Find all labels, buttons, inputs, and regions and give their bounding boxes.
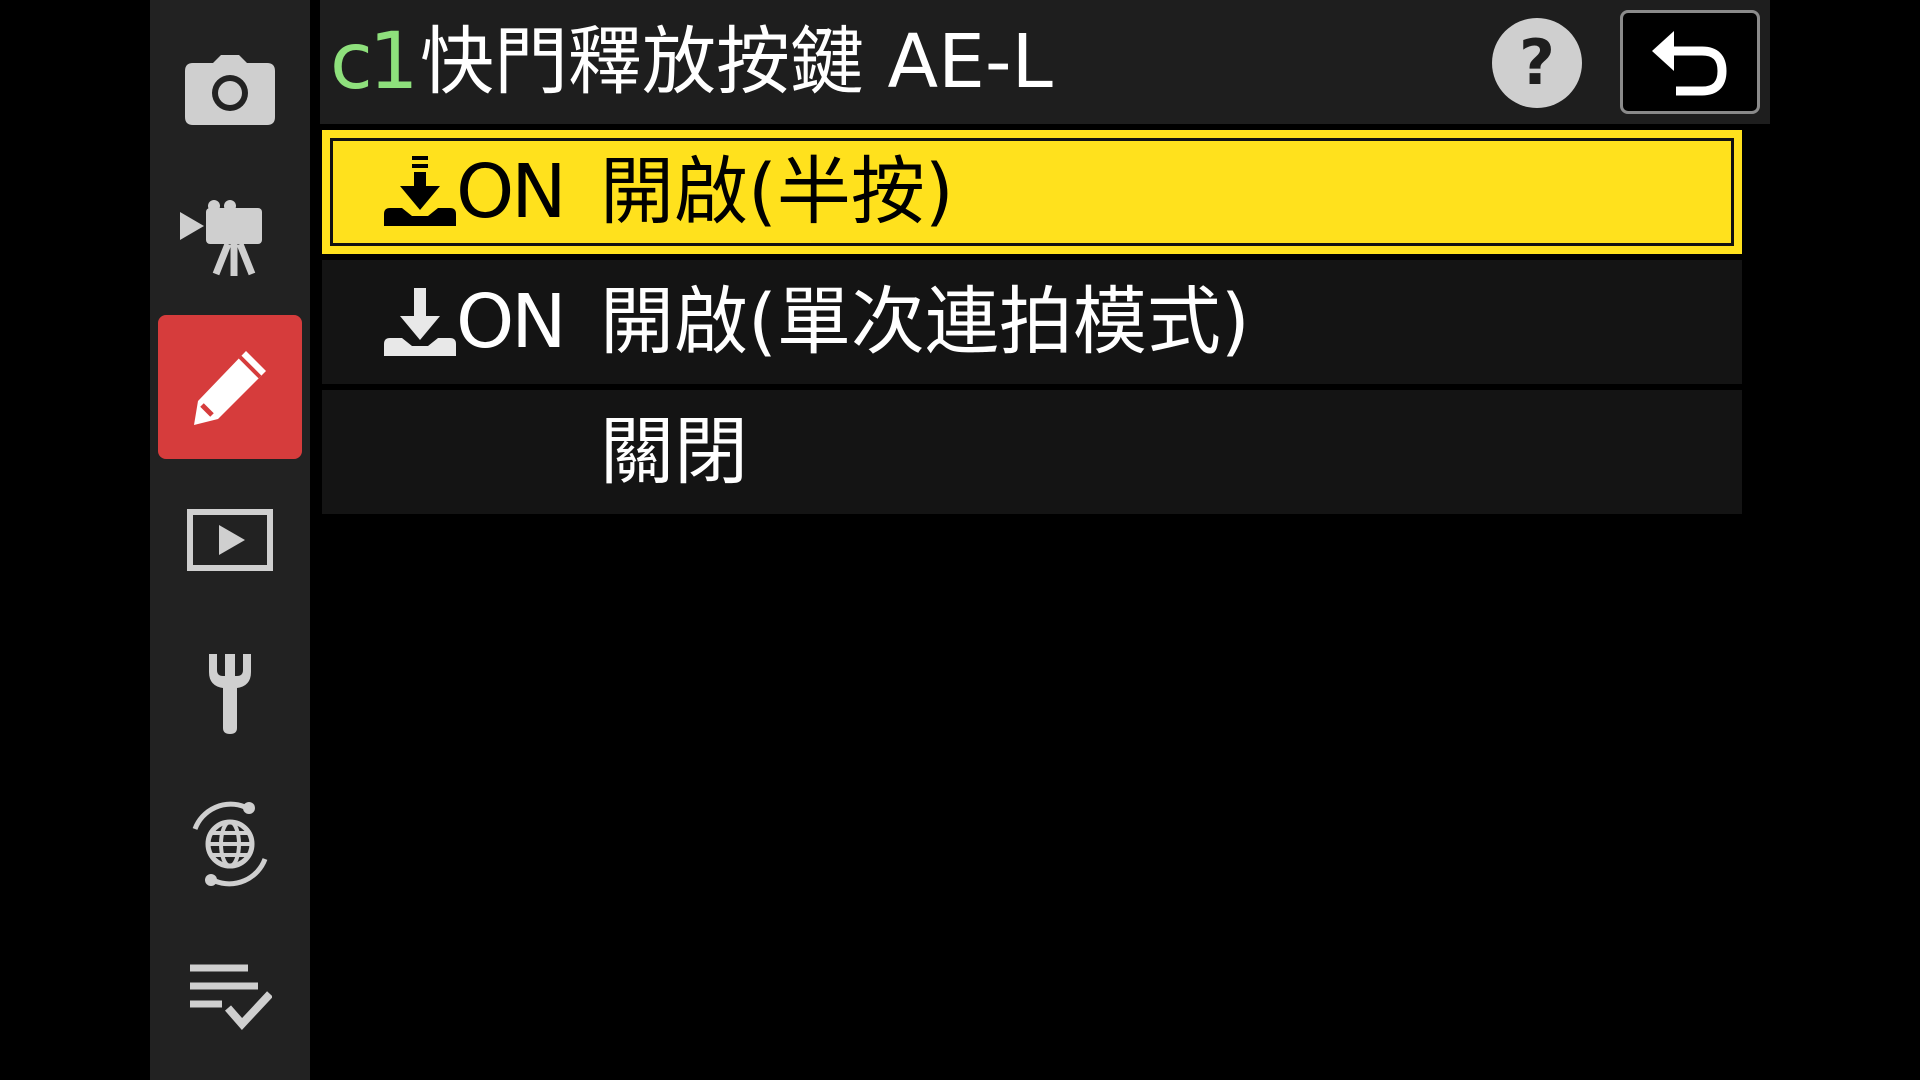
sidebar-item-network[interactable] — [158, 772, 302, 916]
sidebar-item-photo-shooting[interactable] — [158, 18, 302, 162]
sidebar-item-movie-shooting[interactable] — [158, 168, 302, 312]
option-on-text: ON — [456, 149, 567, 235]
sidebar-item-custom-settings[interactable] — [158, 315, 302, 459]
network-icon — [192, 801, 268, 887]
option-off[interactable]: 關閉 — [322, 390, 1742, 514]
camera-menu-screen: c1 快門釋放按鍵 AE-L ? ON 開啟(半按) ON 開啟(單次連拍模式)… — [0, 0, 1920, 1080]
option-on-text: ON — [456, 279, 567, 365]
sidebar-item-my-menu[interactable] — [158, 925, 302, 1069]
camera-icon — [185, 55, 275, 125]
back-button[interactable] — [1620, 10, 1760, 114]
option-label: 開啟(單次連拍模式) — [600, 279, 1250, 365]
menu-code-label: c1 — [330, 17, 418, 107]
back-arrow-icon — [1652, 31, 1727, 96]
movie-camera-icon — [180, 200, 262, 276]
burst-on-icon — [384, 288, 456, 356]
menu-header: c1 快門釋放按鍵 AE-L ? — [320, 0, 1770, 124]
option-list: ON 開啟(半按) ON 開啟(單次連拍模式) 關閉 — [322, 130, 1742, 520]
half-press-on-icon — [384, 156, 456, 226]
help-icon: ? — [1519, 26, 1555, 99]
playback-icon — [187, 509, 273, 571]
pencil-icon — [194, 351, 266, 425]
option-label: 關閉 — [600, 409, 748, 495]
sidebar-item-setup[interactable] — [158, 620, 302, 764]
help-button[interactable]: ? — [1492, 18, 1582, 108]
sidebar-item-playback[interactable] — [158, 468, 302, 612]
wrench-icon — [209, 654, 251, 734]
option-half-press-on[interactable]: ON 開啟(半按) — [322, 130, 1742, 254]
menu-sidebar — [150, 0, 310, 1080]
my-menu-icon — [190, 964, 272, 1030]
option-burst-on[interactable]: ON 開啟(單次連拍模式) — [322, 260, 1742, 384]
option-label: 開啟(半按) — [600, 149, 954, 235]
page-title: 快門釋放按鍵 AE-L — [420, 19, 1053, 105]
